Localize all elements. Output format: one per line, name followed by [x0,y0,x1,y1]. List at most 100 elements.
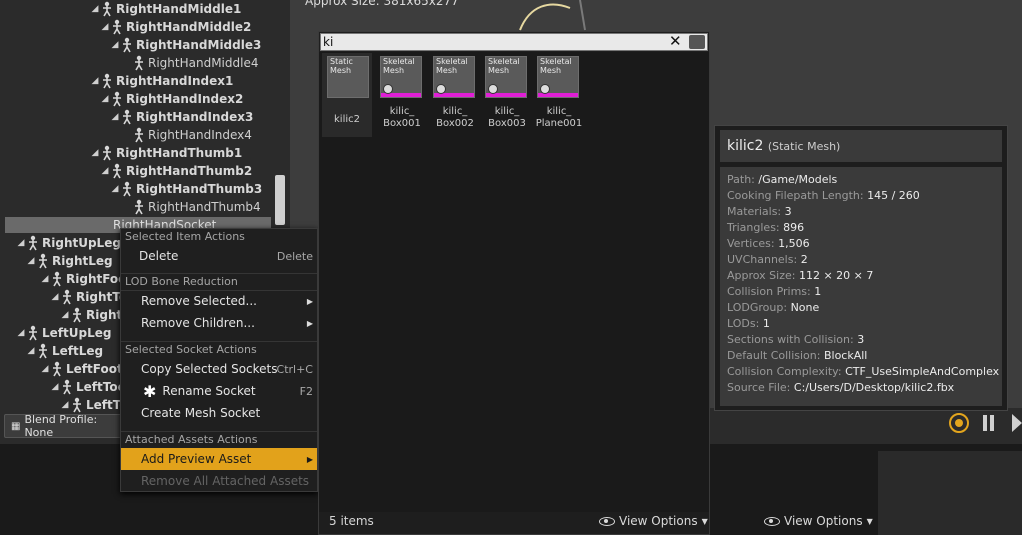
menu-item-delete[interactable]: Delete Delete [121,245,317,267]
tree-row[interactable]: ◢ RightHandIndex3 [110,108,253,126]
pause-icon[interactable] [982,415,996,431]
asset-tile[interactable]: Skeletal Mesh kilic_ Box001 [377,56,423,136]
tree-row-label: LeftUpLeg [42,326,112,340]
tree-row[interactable]: ◢ RightHandIndex1 [90,72,233,90]
right-view-options-button[interactable]: View Options ▼ [764,514,873,528]
collapse-arrow-icon[interactable]: ◢ [100,22,110,32]
collapse-arrow-icon[interactable]: ◢ [90,76,100,86]
tree-row-label: RightHandThumb1 [116,146,243,160]
tree-row[interactable]: ◢ LeftLeg [26,342,103,360]
tooltip-property: Sections with Collision: 3 [727,333,864,346]
collapse-arrow-icon[interactable]: ◢ [50,292,60,302]
collapse-arrow-icon[interactable]: ◢ [60,400,70,410]
user-icon[interactable] [689,35,705,49]
tree-row[interactable]: ◢ LeftFoot [40,360,123,378]
menu-item-copy-sockets-label: Copy Selected Sockets [141,362,278,376]
tree-row[interactable]: ◢ RightLeg [26,252,113,270]
tree-row[interactable]: ◢ RightHandMiddle1 [90,0,241,18]
tree-row[interactable]: ◢ RightHandThumb3 [110,180,262,198]
menu-item-copy-sockets[interactable]: Copy Selected Sockets Ctrl+C [121,358,317,380]
tree-scrollbar[interactable] [275,175,285,225]
collapse-arrow-icon[interactable]: ◢ [100,94,110,104]
next-frame-icon[interactable] [1012,414,1022,432]
bone-icon [70,307,84,323]
menu-item-create-socket[interactable]: Create Mesh Socket [121,402,317,424]
record-icon[interactable] [949,413,969,433]
tree-row[interactable]: RightHandMiddle4 [122,54,258,72]
tooltip-property-key: LODGroup: [727,301,788,314]
tooltip-property-value: /Game/Models [758,173,838,186]
menu-item-remove-all-label: Remove All Attached Assets [141,474,310,488]
menu-section-attached: Attached Assets Actions [121,431,317,449]
view-options-button[interactable]: View Options ▼ [599,514,708,528]
tooltip-property-key: Cooking Filepath Length: [727,189,864,202]
tooltip-property-value: CTF_UseSimpleAndComplex [845,365,1000,378]
tooltip-property-key: Path: [727,173,755,186]
tree-row-label: LeftFoot [66,362,123,376]
tree-row-label: RightHandMiddle2 [126,20,252,34]
asset-count: 5 items [329,514,374,528]
tree-row[interactable]: ◢ RightHandIndex2 [100,90,243,108]
tooltip-property-key: Approx Size: [727,269,796,282]
asset-tile[interactable]: Skeletal Mesh kilic_ Plane001 [534,56,582,136]
tree-row-label: RightUpLeg [42,236,121,250]
collapse-arrow-icon[interactable]: ◢ [40,364,50,374]
asset-tile-name: kilic_ Box002 [436,106,474,129]
view-options-label: View Options [619,514,698,528]
tree-row[interactable]: ◢ RightHandThumb1 [90,144,242,162]
menu-item-remove-children[interactable]: Remove Children... ▶ [121,312,317,334]
tree-row[interactable]: ◢ RightFoot [40,270,132,288]
menu-item-create-socket-label: Create Mesh Socket [141,406,261,420]
skeleton-badge-icon [488,84,498,94]
blend-profile-button[interactable]: ▦ Blend Profile: None [4,413,124,439]
bone-icon [100,145,114,161]
asset-tile-name: kilic2 [334,114,360,125]
tree-row[interactable]: ◢ RightUpLeg [16,234,121,252]
tooltip-property-key: Default Collision: [727,349,821,362]
asset-tile[interactable]: Static Mesh kilic2 [324,56,370,136]
asset-tile-name: kilic_ Box001 [383,106,421,129]
bone-icon [50,271,64,287]
tree-row-label: RightHandThumb2 [126,164,253,178]
skeleton-badge-icon [436,84,446,94]
menu-item-add-preview-asset[interactable]: Add Preview Asset ▶ [121,448,317,470]
tree-row[interactable]: ◢ RightHandThumb2 [100,162,252,180]
bone-icon [100,1,114,17]
collapse-arrow-icon[interactable]: ◢ [90,148,100,158]
asset-search-input[interactable] [323,34,663,50]
collapse-arrow-icon[interactable]: ◢ [26,256,36,266]
menu-item-rename-socket[interactable]: ✱ Rename Socket F2 [121,380,317,402]
asset-tile[interactable]: Skeletal Mesh kilic_ Box002 [430,56,476,136]
collapse-arrow-icon[interactable]: ◢ [110,40,120,50]
tree-row[interactable]: RightHandThumb4 [122,198,261,216]
tooltip-property-value: 1,506 [778,237,810,250]
bone-icon [70,397,84,413]
menu-section-lod: LOD Bone Reduction [121,273,317,291]
asset-tooltip-title-wrap: kilic2 (Static Mesh) [727,138,840,154]
tooltip-property-value: 2 [800,253,808,266]
tooltip-property-value: C:/Users/D/Desktop/kilic2.fbx [793,381,955,394]
menu-item-remove-selected[interactable]: Remove Selected... ▶ [121,290,317,312]
collapse-arrow-icon[interactable]: ◢ [16,328,26,338]
collapse-arrow-icon[interactable]: ◢ [16,238,26,248]
tree-row[interactable]: ◢ RightHandMiddle2 [100,18,251,36]
tooltip-property-value: 112 × 20 × 7 [798,269,874,282]
tree-row[interactable]: ◢ LeftTo [60,396,128,414]
asset-tile[interactable]: Skeletal Mesh kilic_ Box003 [482,56,528,136]
skeleton-badge-icon [540,84,550,94]
collapse-arrow-icon[interactable]: ◢ [60,310,70,320]
menu-item-delete-label: Delete [139,249,179,263]
tree-row[interactable]: ◢ LeftUpLeg [16,324,111,342]
collapse-arrow-icon[interactable]: ◢ [110,184,120,194]
collapse-arrow-icon[interactable]: ◢ [50,382,60,392]
tooltip-property-value: 1 [762,317,770,330]
collapse-arrow-icon[interactable]: ◢ [110,112,120,122]
collapse-arrow-icon[interactable]: ◢ [90,4,100,14]
collapse-arrow-icon[interactable]: ◢ [40,274,50,284]
tree-row[interactable]: ◢ RightHandMiddle3 [110,36,261,54]
tooltip-property-value: 3 [784,205,792,218]
tree-row[interactable]: RightHandIndex4 [122,126,252,144]
collapse-arrow-icon[interactable]: ◢ [100,166,110,176]
close-icon[interactable]: ✕ [669,32,682,50]
collapse-arrow-icon[interactable]: ◢ [26,346,36,356]
